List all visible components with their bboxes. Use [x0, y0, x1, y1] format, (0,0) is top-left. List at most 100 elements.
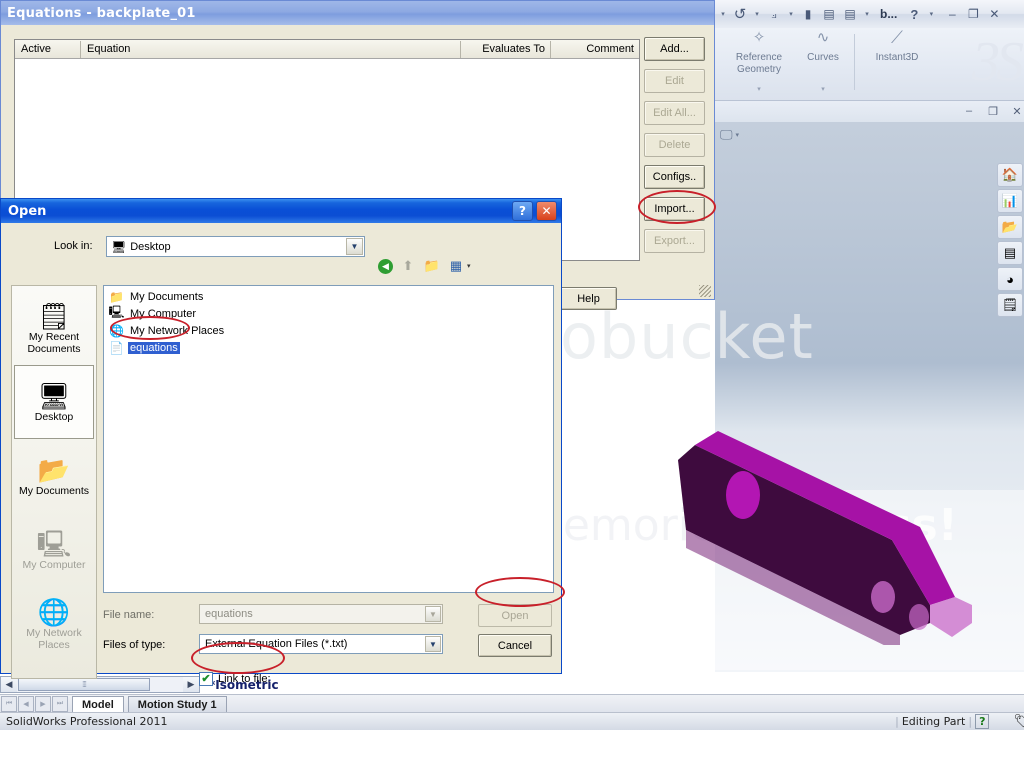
desktop-icon: 🖥: [111, 239, 127, 254]
help-button[interactable]: ?: [512, 201, 533, 221]
properties-icon[interactable]: ▤: [842, 6, 858, 22]
app-close-button[interactable]: ✕: [986, 6, 1002, 22]
link-to-file-row[interactable]: ✔ Link to file:: [199, 672, 271, 686]
files-of-type-value: External Equation Files (*.txt): [205, 638, 348, 650]
ribbon-label-reference-geometry: Reference Geometry: [735, 52, 783, 75]
place-my-documents[interactable]: 📂 My Documents: [14, 439, 94, 513]
computer-icon: 🖳: [108, 305, 125, 319]
place-label-my-computer: My Computer: [22, 559, 86, 571]
back-icon[interactable]: ◀: [378, 258, 393, 274]
equations-table-header: Active Equation Evaluates To Comment: [15, 40, 639, 59]
open-dialog-navigation-toolbar: ◀ ⬆ 📁 ▦ ▾: [378, 257, 471, 275]
export-button: Export...: [644, 229, 705, 253]
place-my-recent-documents[interactable]: 🗒 My Recent Documents: [14, 291, 94, 365]
open-file-dialog[interactable]: Open ? ✕ Look in: 🖥 Desktop ▼ ◀ ⬆ 📁 ▦ ▾ …: [0, 198, 562, 686]
undo-icon[interactable]: ↺: [732, 6, 748, 23]
status-help-icon[interactable]: ?: [975, 714, 990, 729]
search-options-icon[interactable]: ▤: [997, 241, 1023, 265]
restore-button[interactable]: ❐: [986, 105, 1000, 118]
place-my-network-places[interactable]: 🌐 My Network Places: [14, 587, 94, 661]
up-one-level-icon[interactable]: ⬆: [399, 257, 417, 275]
list-item-label: My Network Places: [130, 324, 225, 337]
views-icon[interactable]: ▦: [447, 257, 465, 275]
files-of-type-select[interactable]: External Equation Files (*.txt) ▼: [199, 634, 443, 654]
add-button[interactable]: Add...: [644, 37, 705, 61]
configs-button[interactable]: Configs..: [644, 165, 705, 189]
ribbon-label-instant3d: Instant3D: [875, 52, 919, 63]
place-my-computer[interactable]: 🖳 My Computer: [14, 513, 94, 587]
desktop-icon: 🖥: [37, 381, 71, 411]
chevron-down-icon[interactable]: ▼: [425, 606, 441, 622]
scroll-left-button[interactable]: ◀: [1, 677, 17, 692]
view-palette-icon[interactable]: ◕: [997, 267, 1023, 291]
tab-nav-last[interactable]: ⏭: [52, 696, 68, 712]
tab-nav-prev[interactable]: ◀: [18, 696, 34, 712]
display-style-dropdown[interactable]: 🖵 ▾: [720, 126, 750, 144]
ribbon-item-instant3d[interactable]: ⟋ Instant3D: [861, 29, 933, 64]
select-cursor-icon[interactable]: ⟓: [766, 6, 782, 22]
ribbon-item-reference-geometry[interactable]: ✧ Reference Geometry ▾: [723, 30, 795, 96]
help-icon[interactable]: ?: [906, 6, 922, 22]
place-label-desktop: Desktop: [34, 411, 74, 423]
link-to-file-checkbox[interactable]: ✔: [199, 672, 213, 686]
tab-model[interactable]: Model: [72, 696, 124, 712]
undo-caret-icon[interactable]: ▾: [753, 10, 761, 18]
app-minimize-button[interactable]: –: [944, 6, 960, 22]
file-list-view[interactable]: 📁 My Documents 🖳 My Computer 🌐 My Networ…: [103, 285, 554, 593]
close-button[interactable]: ✕: [1010, 105, 1024, 118]
list-item-label: equations: [128, 341, 180, 354]
open-dialog-body: Look in: 🖥 Desktop ▼ ◀ ⬆ 📁 ▦ ▾ 🗒 My Rece…: [1, 223, 561, 686]
part-3d-model[interactable]: [600, 305, 1000, 645]
close-button[interactable]: ✕: [536, 201, 557, 221]
home-icon[interactable]: 🏠: [997, 163, 1023, 187]
design-library-icon[interactable]: 📊: [997, 189, 1023, 213]
look-in-combobox[interactable]: 🖥 Desktop ▼: [106, 236, 365, 257]
new-folder-icon[interactable]: 📁: [423, 257, 441, 275]
column-header-evaluates-to[interactable]: Evaluates To: [461, 40, 551, 58]
places-bar: 🗒 My Recent Documents 🖥 Desktop 📂 My Doc…: [11, 285, 97, 679]
app-restore-button[interactable]: ❐: [965, 6, 981, 22]
open-dialog-titlebar: Open ? ✕: [1, 199, 561, 223]
select-caret-icon[interactable]: ▾: [787, 10, 795, 18]
ribbon-item-curves[interactable]: ∿ Curves ▾: [799, 30, 847, 96]
views-caret-icon[interactable]: ▾: [467, 262, 471, 270]
status-tag-icon[interactable]: 🏷: [1013, 714, 1024, 729]
dropdown-caret-icon[interactable]: ▾: [719, 10, 727, 18]
my-computer-icon: 🖳: [36, 529, 72, 559]
column-header-active[interactable]: Active: [15, 40, 81, 58]
column-header-comment[interactable]: Comment: [551, 41, 639, 58]
tab-nav-next[interactable]: ▶: [35, 696, 51, 712]
document-tab-bar: ⏮ ◀ ▶ ⏭ Model Motion Study 1: [0, 694, 1024, 713]
open-dialog-title: Open: [8, 203, 47, 219]
curves-dropdown-icon[interactable]: ▾: [799, 84, 847, 96]
resize-grip[interactable]: [699, 285, 711, 297]
column-header-equation[interactable]: Equation: [81, 40, 461, 58]
list-item-equations[interactable]: 📄 equations: [106, 339, 553, 356]
import-button[interactable]: Import...: [644, 197, 705, 221]
help-caret-icon[interactable]: ▾: [927, 10, 935, 18]
open-button[interactable]: Open: [478, 604, 552, 627]
scroll-right-button[interactable]: ▶: [183, 677, 199, 692]
reference-geometry-dropdown-icon[interactable]: ▾: [723, 84, 795, 96]
list-item[interactable]: 🖳 My Computer: [106, 305, 553, 322]
properties-caret-icon[interactable]: ▾: [863, 10, 871, 18]
equations-help-button[interactable]: Help: [560, 287, 617, 310]
appearances-icon[interactable]: 🗒: [997, 293, 1023, 317]
tab-motion-study-1[interactable]: Motion Study 1: [127, 696, 227, 712]
folder-documents-icon: 📁: [109, 289, 124, 304]
list-item[interactable]: 🌐 My Network Places: [106, 322, 553, 339]
file-name-input[interactable]: equations ▼: [199, 604, 443, 624]
cancel-button[interactable]: Cancel: [478, 634, 552, 657]
minimize-button[interactable]: –: [962, 105, 976, 117]
display-style-icon: 🖵: [720, 127, 733, 142]
list-item[interactable]: 📁 My Documents: [106, 288, 553, 305]
chevron-down-icon[interactable]: ▼: [425, 636, 441, 652]
scrollbar-thumb[interactable]: ⁞⁞⁞: [18, 678, 150, 691]
network-places-icon: 🌐: [37, 597, 71, 627]
options-icon[interactable]: ▤: [821, 6, 837, 22]
chevron-down-icon[interactable]: ▼: [346, 238, 363, 255]
rebuild-icon[interactable]: ▮: [800, 6, 816, 22]
file-explorer-icon[interactable]: 📂: [997, 215, 1023, 239]
place-desktop[interactable]: 🖥 Desktop: [14, 365, 94, 439]
tab-nav-first[interactable]: ⏮: [1, 696, 17, 712]
